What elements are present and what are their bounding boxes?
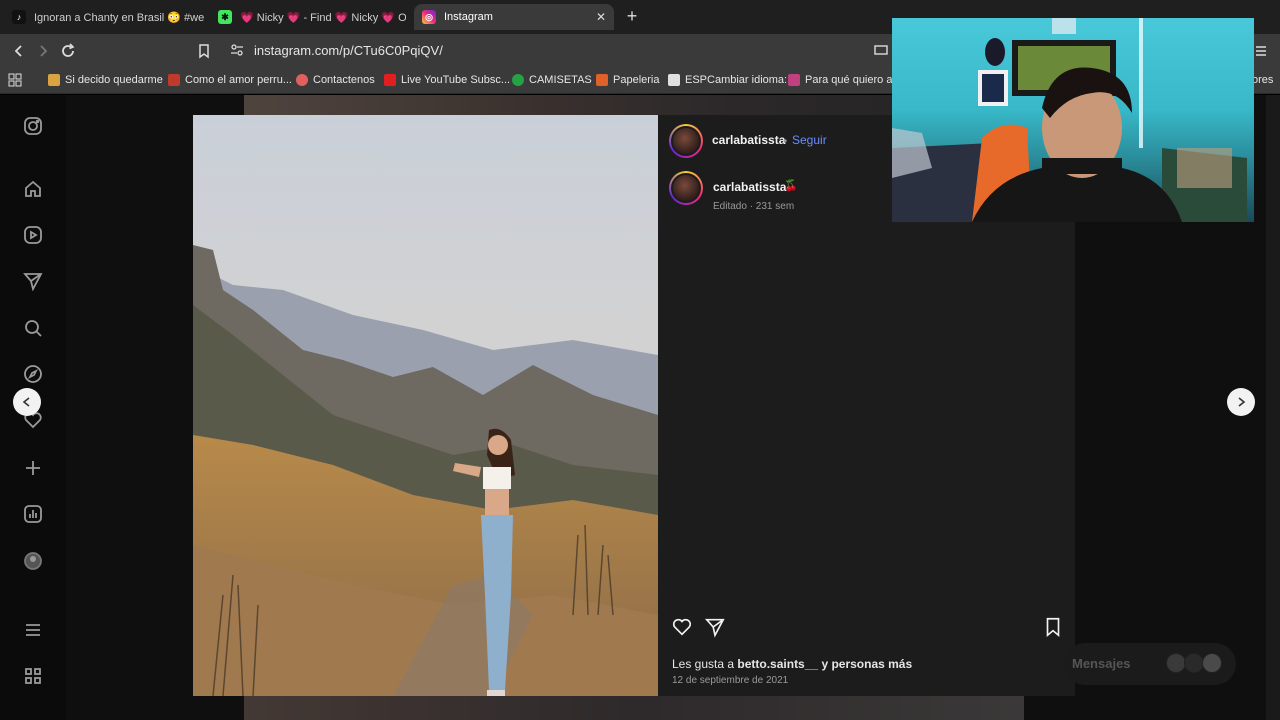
separator-dot: • xyxy=(783,134,788,148)
bookmark-item[interactable]: ores xyxy=(1252,72,1273,88)
messages-button[interactable]: Mensajes xyxy=(1064,643,1236,685)
linktree-icon: ✱ xyxy=(218,10,232,24)
background-feed xyxy=(244,695,1024,720)
page-scrollbar[interactable] xyxy=(1266,95,1280,720)
forward-icon[interactable] xyxy=(32,40,54,62)
save-bookmark-icon[interactable] xyxy=(1041,615,1065,639)
caption-username[interactable]: carlabatissta xyxy=(713,180,786,194)
bookmark-item[interactable]: Contactenos xyxy=(296,72,375,88)
whatsapp-icon xyxy=(512,74,524,86)
dashboard-icon[interactable] xyxy=(22,503,44,525)
reels-icon[interactable] xyxy=(22,224,44,246)
bookmark-item[interactable]: Como el amor perru... xyxy=(168,72,292,88)
chevron-right-icon xyxy=(1238,397,1246,407)
previous-post-button[interactable] xyxy=(13,388,41,416)
apps-grid-icon[interactable] xyxy=(22,665,44,687)
site-settings-icon[interactable] xyxy=(230,43,244,62)
likes-summary[interactable]: Les gusta a betto.saints__ y personas má… xyxy=(672,657,912,671)
bookmark-item[interactable]: Live YouTube Subsc... xyxy=(384,72,510,88)
url-text: instagram.com/p/CTu6C0PqiQV/ xyxy=(254,42,443,58)
search-icon[interactable] xyxy=(22,317,44,339)
liker-username[interactable]: betto.saints__ xyxy=(737,657,818,671)
bookmark-favicon-icon xyxy=(296,74,308,86)
landscape-photo-illustration xyxy=(193,115,658,696)
home-icon[interactable] xyxy=(22,178,44,200)
bookmark-item[interactable]: Para qué quiero asp xyxy=(788,72,904,88)
bookmark-page-icon[interactable] xyxy=(193,40,215,62)
messages-label: Mensajes xyxy=(1072,656,1131,671)
bookmark-favicon-icon xyxy=(596,74,608,86)
bookmark-item[interactable]: ESPCambiar idioma: xyxy=(668,72,787,88)
post-photo[interactable] xyxy=(193,115,658,696)
close-tab-icon[interactable]: ✕ xyxy=(596,10,606,24)
apps-icon[interactable] xyxy=(8,72,22,88)
tab-nicky[interactable]: ✱ 💗 Nicky 💗 - Find 💗 Nicky 💗 On xyxy=(210,4,406,30)
tab-title: 💗 Nicky 💗 - Find 💗 Nicky 💗 On xyxy=(240,11,406,24)
more-menu-icon[interactable] xyxy=(22,619,44,641)
share-send-icon[interactable] xyxy=(703,615,727,639)
caption-text: 🍒 xyxy=(784,180,798,192)
author-avatar[interactable] xyxy=(669,124,703,158)
instagram-icon: ◎ xyxy=(422,10,436,24)
message-avatar xyxy=(1202,653,1222,673)
reload-icon[interactable] xyxy=(57,40,79,62)
address-bar[interactable]: instagram.com/p/CTu6C0PqiQV/ xyxy=(220,37,900,63)
message-avatar xyxy=(1166,653,1186,673)
tiktok-icon: ♪ xyxy=(12,10,26,24)
tab-instagram[interactable]: ◎ Instagram ✕ xyxy=(414,4,614,30)
follow-button[interactable]: Seguir xyxy=(792,133,827,147)
bookmark-favicon-icon xyxy=(168,74,180,86)
back-icon[interactable] xyxy=(8,40,30,62)
instagram-logo-icon[interactable] xyxy=(22,115,44,137)
like-heart-icon[interactable] xyxy=(670,615,694,639)
bookmark-favicon-icon xyxy=(668,74,680,86)
tab-title: Ignoran a Chanty en Brasil 😳 #west xyxy=(34,11,204,24)
bookmark-item[interactable]: Papeleria xyxy=(596,72,659,88)
create-icon[interactable] xyxy=(22,457,44,479)
caption-meta: Editado · 231 sem xyxy=(713,201,795,212)
webcam-feed-illustration xyxy=(892,18,1247,222)
bookmark-favicon-icon xyxy=(788,74,800,86)
next-post-button[interactable] xyxy=(1227,388,1255,416)
new-tab-button[interactable]: + xyxy=(622,6,642,27)
webcam-overlay xyxy=(892,18,1254,222)
caption-avatar[interactable] xyxy=(669,171,703,205)
post-date: 12 de septiembre de 2021 xyxy=(672,675,789,686)
message-avatar xyxy=(1184,653,1204,673)
youtube-icon xyxy=(384,74,396,86)
bookmark-favicon-icon xyxy=(48,74,60,86)
send-icon[interactable] xyxy=(22,270,44,292)
tab-title: Instagram xyxy=(444,11,493,23)
bookmark-item[interactable]: Si decido quedarme xyxy=(48,72,163,88)
author-username[interactable]: carlabatissta xyxy=(712,133,785,147)
tab-tiktok[interactable]: ♪ Ignoran a Chanty en Brasil 😳 #west xyxy=(4,4,204,30)
explore-icon[interactable] xyxy=(22,363,44,385)
profile-avatar-icon[interactable] xyxy=(22,550,44,572)
cast-icon[interactable] xyxy=(870,40,892,62)
bookmark-item[interactable]: CAMISETAS xyxy=(512,72,592,88)
chevron-left-icon xyxy=(22,397,30,407)
